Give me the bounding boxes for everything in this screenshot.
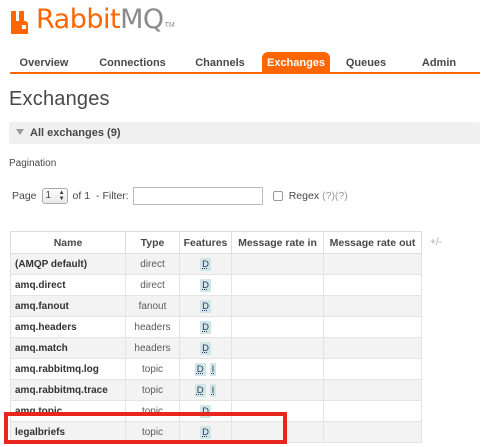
section-label: All exchanges (9) bbox=[30, 127, 121, 139]
exchange-name-link[interactable]: amq.rabbitmq.log bbox=[10, 358, 126, 380]
exchange-features: D bbox=[179, 337, 232, 359]
durable-badge[interactable]: D bbox=[200, 320, 211, 334]
exchange-name-link[interactable]: amq.headers bbox=[10, 316, 126, 338]
exchange-type: direct bbox=[125, 274, 180, 296]
filter-label: - Filter: bbox=[96, 190, 129, 202]
page-of-label: of 1 bbox=[72, 190, 91, 202]
exchange-name-link[interactable]: amq.direct bbox=[10, 274, 126, 296]
table-row[interactable]: amq.fanout fanout D bbox=[10, 295, 422, 317]
exchange-features: DI bbox=[179, 379, 232, 401]
column-header-type[interactable]: Type bbox=[125, 231, 180, 254]
message-rate-out bbox=[323, 337, 422, 359]
regex-label: Regex bbox=[288, 190, 320, 202]
tab-admin[interactable]: Admin bbox=[410, 52, 468, 74]
message-rate-out bbox=[323, 358, 422, 380]
message-rate-out bbox=[323, 421, 422, 443]
exchange-features: D bbox=[179, 274, 232, 296]
table-row[interactable]: amq.rabbitmq.log topic D I bbox=[10, 358, 422, 380]
exchange-type: fanout bbox=[125, 295, 180, 317]
logo-wordmark: RabbitMQ bbox=[36, 5, 164, 35]
regex-help-link[interactable]: (?)(?) bbox=[322, 190, 348, 202]
durable-badge[interactable]: D bbox=[200, 341, 211, 355]
column-header-message-rate-out[interactable]: Message rate out bbox=[323, 231, 422, 254]
exchange-type: direct bbox=[125, 253, 180, 275]
exchange-features: DI bbox=[179, 358, 232, 380]
page-select-value: 1 bbox=[45, 190, 52, 201]
table-row[interactable]: amq.headers headers D bbox=[10, 316, 422, 338]
durable-badge[interactable]: D bbox=[200, 278, 211, 292]
table-row[interactable]: amq.direct direct D bbox=[10, 274, 422, 296]
logo-trademark: TM bbox=[164, 22, 175, 29]
pagination-heading: Pagination bbox=[9, 158, 57, 169]
message-rate-out bbox=[323, 400, 422, 422]
pagination-controls: Page 1 ▲ ▼ of 1 - Filter: Regex (?)(?) bbox=[12, 186, 348, 206]
message-rate-in bbox=[231, 295, 324, 317]
message-rate-out bbox=[323, 295, 422, 317]
column-header-message-rate-in[interactable]: Message rate in bbox=[231, 231, 324, 254]
message-rate-out bbox=[323, 379, 422, 401]
message-rate-out bbox=[323, 253, 422, 275]
page-label: Page bbox=[12, 190, 37, 202]
logo-mq: MQ bbox=[120, 4, 164, 35]
internal-badge[interactable]: I bbox=[209, 383, 217, 397]
page-select[interactable]: 1 ▲ ▼ bbox=[41, 188, 68, 204]
message-rate-in bbox=[231, 358, 324, 380]
message-rate-in bbox=[231, 274, 324, 296]
exchange-name-link[interactable]: amq.rabbitmq.trace bbox=[10, 379, 126, 401]
exchange-type: headers bbox=[125, 316, 180, 338]
logo-rabbit: Rabbit bbox=[36, 4, 121, 35]
message-rate-in bbox=[231, 337, 324, 359]
select-arrows-icon: ▲ ▼ bbox=[58, 190, 65, 202]
exchange-features: D bbox=[179, 316, 232, 338]
table-row[interactable]: (AMQP default) direct D bbox=[10, 253, 422, 275]
durable-badge[interactable]: D bbox=[194, 362, 206, 376]
column-header-name[interactable]: Name bbox=[10, 231, 126, 254]
internal-badge[interactable]: I bbox=[209, 362, 217, 376]
tab-exchanges[interactable]: Exchanges bbox=[262, 52, 330, 74]
regex-checkbox[interactable] bbox=[272, 191, 283, 201]
tab-channels[interactable]: Channels bbox=[185, 52, 255, 74]
collapse-triangle-icon bbox=[16, 129, 24, 135]
page-title: Exchanges bbox=[9, 88, 110, 110]
exchange-features: D bbox=[179, 295, 232, 317]
exchange-features: D bbox=[179, 253, 232, 275]
all-exchanges-section-toggle[interactable]: All exchanges (9) bbox=[9, 122, 480, 144]
message-rate-out bbox=[323, 316, 422, 338]
tab-queues[interactable]: Queues bbox=[340, 52, 392, 74]
message-rate-in bbox=[231, 316, 324, 338]
tab-connections[interactable]: Connections bbox=[85, 52, 180, 74]
exchange-name-link[interactable]: (AMQP default) bbox=[10, 253, 126, 275]
exchange-name-link[interactable]: amq.fanout bbox=[10, 295, 126, 317]
tab-overview[interactable]: Overview bbox=[10, 52, 78, 74]
table-header-row: Name Type Features Message rate in Message r… bbox=[10, 231, 422, 254]
durable-badge[interactable]: D bbox=[200, 299, 211, 313]
durable-badge[interactable]: D bbox=[194, 383, 206, 397]
main-nav-tabs: Overview Connections Channels Exchanges Queu… bbox=[10, 52, 480, 74]
message-rate-out bbox=[323, 274, 422, 296]
table-row[interactable]: amq.match headers D bbox=[10, 337, 422, 359]
column-header-features[interactable]: Features bbox=[179, 231, 232, 254]
exchange-type: topic bbox=[125, 379, 180, 401]
durable-badge[interactable]: D bbox=[200, 257, 211, 271]
message-rate-in bbox=[231, 253, 324, 275]
rabbitmq-logo: RabbitMQ TM bbox=[10, 3, 175, 35]
filter-input[interactable] bbox=[132, 187, 263, 205]
exchange-type: topic bbox=[125, 358, 180, 380]
highlight-box bbox=[4, 412, 287, 444]
rabbit-logo-icon bbox=[10, 9, 34, 35]
columns-toggle[interactable]: +/- bbox=[430, 237, 442, 248]
exchange-name-link[interactable]: amq.match bbox=[10, 337, 126, 359]
exchange-type: headers bbox=[125, 337, 180, 359]
table-row[interactable]: amq.rabbitmq.trace topic D I bbox=[10, 379, 422, 401]
message-rate-in bbox=[231, 379, 324, 401]
